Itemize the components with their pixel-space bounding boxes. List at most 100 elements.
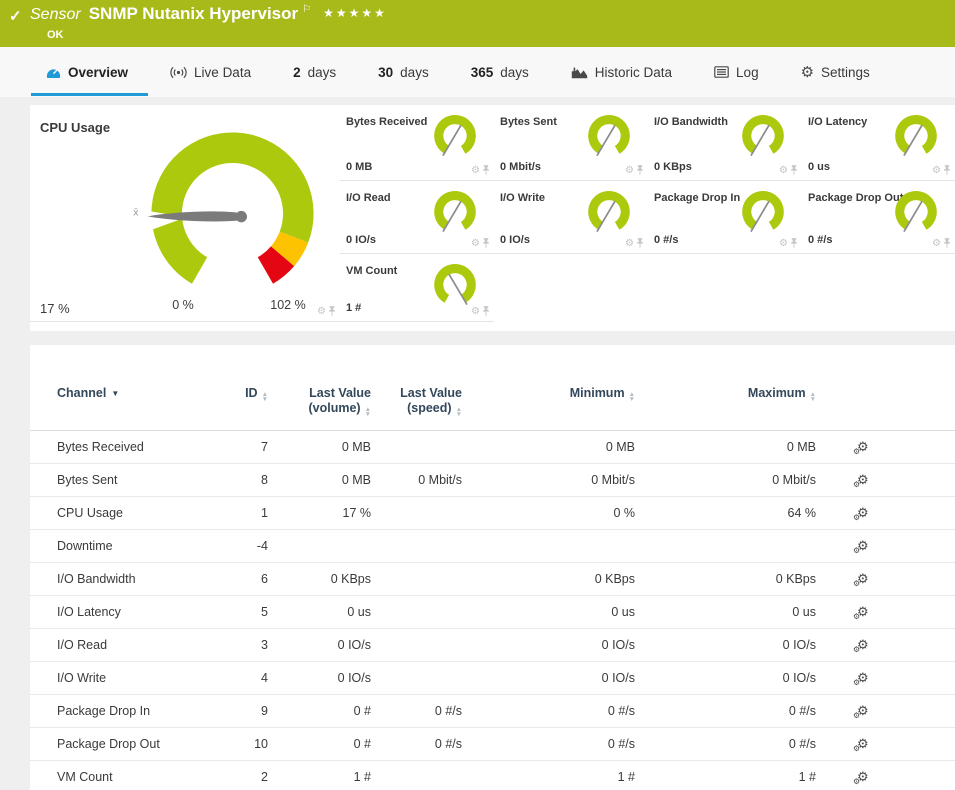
priority-stars[interactable]: ★★★★★ — [323, 6, 387, 20]
gauge-max-label: 102 % — [270, 298, 305, 312]
gauge-panel[interactable]: I/O Read 0 IO/s ⚙ — [340, 181, 494, 254]
sensor-header-bar: ✓ SensorSNMP Nutanix Hypervisor⚐★★★★★ OK — [0, 0, 955, 47]
tab-365-days[interactable]: 365 days — [471, 47, 529, 97]
historic-data-icon — [571, 66, 588, 79]
pin-icon[interactable] — [636, 238, 644, 249]
edit-channel-gear-icon[interactable]: ⚙⚙ — [853, 670, 869, 686]
gauge-needle — [751, 202, 768, 231]
edit-channel-gear-icon[interactable]: ⚙⚙ — [853, 604, 869, 620]
col-header-last-value-speed[interactable]: Last Value (speed)▲▼ — [371, 386, 462, 417]
channel-id: 5 — [210, 605, 268, 619]
last-value-volume: 0 us — [268, 605, 371, 619]
tab-overview[interactable]: Overview — [46, 47, 128, 97]
gear-icon[interactable]: ⚙ — [779, 166, 788, 176]
last-value-volume: 1 # — [268, 770, 371, 784]
col-header-minimum[interactable]: Minimum▲▼ — [462, 386, 635, 402]
tab-30-days[interactable]: 30 days — [378, 47, 429, 97]
mini-gauge — [429, 113, 481, 162]
pin-icon[interactable] — [790, 165, 798, 176]
gear-icon[interactable]: ⚙ — [932, 239, 941, 249]
status-badge: OK — [47, 29, 64, 41]
col-header-last-value-volume[interactable]: Last Value (volume)▲▼ — [268, 386, 371, 417]
tab-label: Live Data — [194, 65, 251, 80]
channel-name: Package Drop In — [30, 704, 210, 718]
tab-settings[interactable]: ⚙ Settings — [801, 47, 870, 97]
table-row[interactable]: Bytes Received 7 0 MB 0 MB 0 MB ⚙⚙ — [30, 431, 955, 464]
gauge-panel[interactable]: I/O Write 0 IO/s ⚙ — [494, 181, 648, 254]
gear-icon[interactable]: ⚙ — [471, 239, 480, 249]
gauge-min-label: 0 % — [172, 298, 194, 312]
channel-id: 1 — [210, 506, 268, 520]
gauge-panel[interactable]: I/O Bandwidth 0 KBps ⚙ — [648, 105, 802, 181]
tab-2-days[interactable]: 2 days — [293, 47, 336, 97]
gear-icon[interactable]: ⚙ — [625, 239, 634, 249]
col-header-id[interactable]: ID▲▼ — [210, 386, 268, 402]
gauge-value: 1 # — [346, 302, 361, 314]
gauge-panel[interactable]: VM Count 1 # ⚙ — [340, 254, 494, 322]
table-row[interactable]: VM Count 2 1 # 1 # 1 # ⚙⚙ — [30, 761, 955, 790]
table-row[interactable]: Package Drop Out 10 0 # 0 #/s 0 #/s 0 #/… — [30, 728, 955, 761]
tab-live-data[interactable]: Live Data — [170, 47, 251, 97]
edit-channel-gear-icon[interactable]: ⚙⚙ — [853, 571, 869, 587]
table-row[interactable]: I/O Read 3 0 IO/s 0 IO/s 0 IO/s ⚙⚙ — [30, 629, 955, 662]
gauge-panel[interactable]: I/O Latency 0 us ⚙ — [802, 105, 955, 181]
edit-channel-gear-icon[interactable]: ⚙⚙ — [853, 769, 869, 785]
tab-log[interactable]: Log — [714, 47, 759, 97]
tab-label: days — [400, 65, 429, 80]
gear-icon[interactable]: ⚙ — [779, 239, 788, 249]
minimum-value: 0 Mbit/s — [462, 473, 635, 487]
sort-desc-icon: ▼ — [111, 389, 119, 398]
cpu-usage-gauge-panel[interactable]: CPU Usage x̄ 0 % 102 % 17 % ⚙ — [30, 105, 340, 322]
edit-channel-gear-icon[interactable]: ⚙⚙ — [853, 736, 869, 752]
table-row[interactable]: Package Drop In 9 0 # 0 #/s 0 #/s 0 #/s … — [30, 695, 955, 728]
table-row[interactable]: CPU Usage 1 17 % 0 % 64 % ⚙⚙ — [30, 497, 955, 530]
gauge-panel[interactable]: Bytes Sent 0 Mbit/s ⚙ — [494, 105, 648, 181]
pin-icon[interactable] — [482, 238, 490, 249]
pin-icon[interactable] — [482, 306, 490, 317]
gauge-value: 0 KBps — [654, 161, 692, 173]
gear-icon[interactable]: ⚙ — [317, 307, 326, 317]
pin-icon[interactable] — [790, 238, 798, 249]
last-value-speed: 0 #/s — [371, 704, 462, 718]
channel-name: VM Count — [30, 770, 210, 784]
edit-channel-gear-icon[interactable]: ⚙⚙ — [853, 505, 869, 521]
channel-name: CPU Usage — [30, 506, 210, 520]
object-kind-label: Sensor — [30, 6, 81, 23]
gauge-panel[interactable]: Bytes Received 0 MB ⚙ — [340, 105, 494, 181]
gear-icon[interactable]: ⚙ — [471, 166, 480, 176]
gear-icon[interactable]: ⚙ — [471, 307, 480, 317]
edit-channel-gear-icon[interactable]: ⚙⚙ — [853, 472, 869, 488]
table-row[interactable]: I/O Write 4 0 IO/s 0 IO/s 0 IO/s ⚙⚙ — [30, 662, 955, 695]
mean-marker-label: x̄ — [133, 207, 139, 218]
table-row[interactable]: I/O Bandwidth 6 0 KBps 0 KBps 0 KBps ⚙⚙ — [30, 563, 955, 596]
pin-icon[interactable] — [943, 238, 951, 249]
edit-channel-gear-icon[interactable]: ⚙⚙ — [853, 637, 869, 653]
empty-cell — [648, 254, 802, 322]
table-row[interactable]: Downtime -4 ⚙⚙ — [30, 530, 955, 563]
table-row[interactable]: I/O Latency 5 0 us 0 us 0 us ⚙⚙ — [30, 596, 955, 629]
channel-id: 6 — [210, 572, 268, 586]
gauge-panel[interactable]: Package Drop In 0 #/s ⚙ — [648, 181, 802, 254]
channel-name: I/O Write — [30, 671, 210, 685]
tab-number: 2 — [293, 65, 301, 80]
pin-icon[interactable] — [482, 165, 490, 176]
pin-icon[interactable] — [636, 165, 644, 176]
last-value-volume: 0 IO/s — [268, 671, 371, 685]
pin-icon[interactable] — [943, 165, 951, 176]
tab-historic-data[interactable]: Historic Data — [571, 47, 672, 97]
col-label: Minimum — [570, 386, 625, 400]
gear-icon[interactable]: ⚙ — [932, 166, 941, 176]
col-header-channel[interactable]: Channel▼ — [30, 386, 210, 400]
col-header-maximum[interactable]: Maximum▲▼ — [635, 386, 816, 402]
channel-name: Bytes Received — [30, 440, 210, 454]
col-label: ID — [245, 386, 258, 400]
edit-channel-gear-icon[interactable]: ⚙⚙ — [853, 538, 869, 554]
col-label: Maximum — [748, 386, 806, 400]
col-label: Last Value — [309, 386, 371, 400]
edit-channel-gear-icon[interactable]: ⚙⚙ — [853, 439, 869, 455]
gauge-panel[interactable]: Package Drop Out 0 #/s ⚙ — [802, 181, 955, 254]
edit-channel-gear-icon[interactable]: ⚙⚙ — [853, 703, 869, 719]
gear-icon[interactable]: ⚙ — [625, 166, 634, 176]
table-row[interactable]: Bytes Sent 8 0 MB 0 Mbit/s 0 Mbit/s 0 Mb… — [30, 464, 955, 497]
pin-icon[interactable] — [328, 306, 336, 317]
